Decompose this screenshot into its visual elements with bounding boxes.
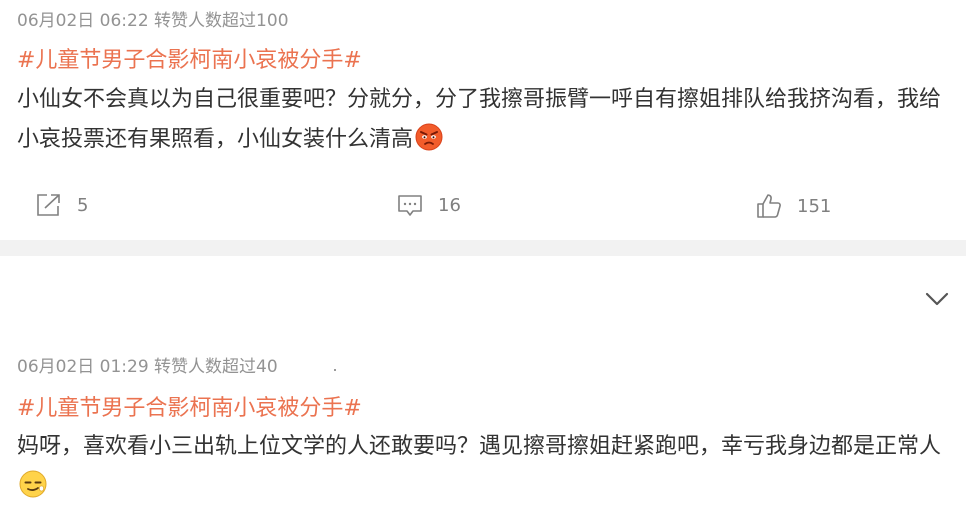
smirk-face-emoji-icon — [19, 470, 47, 498]
comment-icon — [396, 192, 424, 218]
weibo-post-2: 06月02日 01:29 转赞人数超过40 #儿童节男子合影柯南小哀被分手# 妈… — [0, 256, 966, 525]
like-count: 151 — [797, 195, 832, 217]
weibo-post-1: 06月02日 06:22 转赞人数超过100 #儿童节男子合影柯南小哀被分手# … — [0, 0, 966, 240]
thumbs-up-icon — [755, 192, 783, 220]
angry-face-emoji-icon — [415, 123, 443, 151]
share-count: 5 — [77, 194, 89, 216]
post-text: 妈呀，喜欢看小三出轨上位文学的人还敢要吗？遇见擦哥擦姐赶紧跑吧，幸亏我身边都是正… — [17, 434, 942, 459]
post-content: 小仙女不会真以为自己很重要吧？分就分，分了我擦哥振臂一呼自有擦姐排队给我挤沟看，… — [17, 80, 952, 160]
like-button[interactable]: 151 — [755, 192, 831, 220]
post-separator — [0, 240, 966, 256]
post-meta: 06月02日 06:22 转赞人数超过100 — [17, 11, 289, 31]
topic-hashtag-link[interactable]: #儿童节男子合影柯南小哀被分手# — [17, 42, 362, 74]
post-content: 妈呀，喜欢看小三出轨上位文学的人还敢要吗？遇见擦哥擦姐赶紧跑吧，幸亏我身边都是正… — [17, 427, 952, 507]
post-text: 小仙女不会真以为自己很重要吧？分就分，分了我擦哥振臂一呼自有擦姐排队给我挤沟看，… — [17, 87, 942, 152]
comment-button[interactable]: 16 — [396, 192, 461, 218]
share-icon — [35, 192, 63, 218]
comment-count: 16 — [438, 194, 461, 216]
topic-hashtag-link[interactable]: #儿童节男子合影柯南小哀被分手# — [17, 390, 362, 422]
chevron-down-icon[interactable] — [924, 288, 950, 310]
decorative-dot — [334, 369, 336, 371]
share-button[interactable]: 5 — [35, 192, 88, 218]
post-meta: 06月02日 01:29 转赞人数超过40 — [17, 357, 278, 377]
